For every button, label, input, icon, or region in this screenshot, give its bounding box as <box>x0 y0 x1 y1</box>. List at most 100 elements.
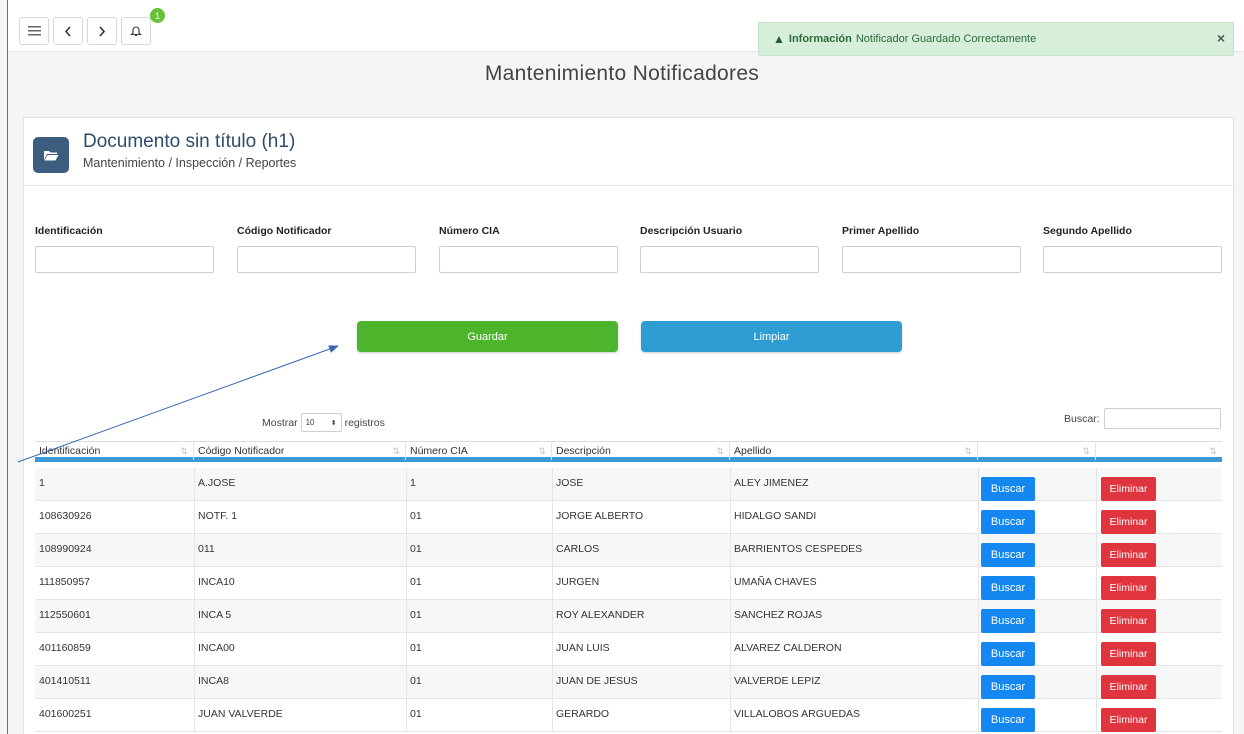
row-divider <box>1096 567 1097 600</box>
primer-apellido-input[interactable] <box>842 246 1021 273</box>
row-search-button[interactable]: Buscar <box>981 576 1035 600</box>
show-prefix-label: Mostrar <box>262 416 298 429</box>
cell-identificacion: 401600251 <box>39 708 92 720</box>
cell-codigo: INCA10 <box>198 576 235 588</box>
chevron-left-icon <box>64 25 71 37</box>
row-divider <box>978 633 979 666</box>
cell-numero-cia: 01 <box>410 675 422 687</box>
cell-numero-cia: 1 <box>410 477 416 489</box>
forward-button[interactable] <box>87 17 117 45</box>
row-search-button[interactable]: Buscar <box>981 477 1035 501</box>
row-search-button[interactable]: Buscar <box>981 642 1035 666</box>
cell-apellido: VALVERDE LEPIZ <box>734 675 821 687</box>
column-label: Número CIA <box>410 445 468 457</box>
segundo-apellido-input[interactable] <box>1043 246 1222 273</box>
hamburger-icon <box>27 26 41 36</box>
table-row: 401160859 INCA00 01 JUAN LUIS ALVAREZ CALDER… <box>35 633 1222 666</box>
cell-codigo: INCA 5 <box>198 609 232 621</box>
bell-icon <box>130 26 142 37</box>
cell-numero-cia: 01 <box>410 609 422 621</box>
identificacion-label: Identificación <box>35 225 103 237</box>
sort-arrows-icon: ⬍ <box>330 419 337 427</box>
column-label: Apellido <box>734 445 772 457</box>
cell-identificacion: 1 <box>39 477 45 489</box>
cell-apellido: VILLALOBOS ARGUEDAS <box>734 708 861 720</box>
alert-label: Información <box>788 33 852 45</box>
row-divider <box>1096 633 1097 666</box>
row-divider <box>1096 600 1097 633</box>
row-divider <box>978 699 979 732</box>
table-row: 111850957 INCA10 01 JURGEN UMAÑA CHAVES Busca… <box>35 567 1222 600</box>
cell-identificacion: 108990924 <box>39 543 92 555</box>
primer-apellido-label: Primer Apellido <box>842 225 920 237</box>
row-divider <box>1096 666 1097 699</box>
cell-identificacion: 112550601 <box>39 609 91 621</box>
cell-descripcion: JUAN LUIS <box>556 642 610 654</box>
table-row: 108990924 011 01 CARLOS BARRIENTOS CESPEDES B… <box>35 534 1222 567</box>
cell-codigo: A.JOSE <box>198 477 236 489</box>
row-delete-button[interactable]: Eliminar <box>1101 609 1156 633</box>
row-delete-button[interactable]: Eliminar <box>1101 543 1156 567</box>
column-header-codigo[interactable]: Código Notificador ⇅ <box>194 442 406 460</box>
row-delete-button[interactable]: Eliminar <box>1101 576 1156 600</box>
sort-icon: ⇅ <box>716 446 724 456</box>
search-input[interactable] <box>1103 408 1221 429</box>
table-row: 112550601 INCA 5 01 ROY ALEXANDER SANCHEZ RO… <box>35 600 1222 633</box>
cell-descripcion: CARLOS <box>556 543 600 555</box>
row-search-button[interactable]: Buscar <box>981 609 1035 633</box>
cell-apellido: HIDALGO SANDI <box>734 510 817 522</box>
column-header-descripcion[interactable]: Descripción ⇅ <box>552 442 730 460</box>
clear-button[interactable]: Limpiar <box>641 321 902 352</box>
cell-apellido: BARRIENTOS CESPEDES <box>734 543 863 555</box>
sort-icon: ⇅ <box>1209 446 1217 456</box>
main-card: Documento sin título (h1) Mantenimiento … <box>23 117 1234 734</box>
save-button[interactable]: Guardar <box>357 321 618 352</box>
cell-identificacion: 401160859 <box>39 642 91 654</box>
column-header-identificacion[interactable]: Identificación ⇅ <box>35 442 194 460</box>
column-header-eliminar[interactable]: ⇅ <box>1096 442 1222 460</box>
table-row: 1 A.JOSE 1 JOSE ALEY JIMENEZ Buscar Eliminar <box>35 468 1222 501</box>
table-search: Buscar: <box>1064 408 1221 429</box>
row-delete-button[interactable]: Eliminar <box>1101 675 1156 699</box>
row-divider <box>978 567 979 600</box>
search-label: Buscar: <box>1064 412 1100 425</box>
cell-descripcion: JORGE ALBERTO <box>556 510 644 522</box>
breadcrumb: Mantenimiento / Inspección / Reportes <box>83 156 297 170</box>
sort-icon: ⇅ <box>964 446 972 456</box>
menu-button[interactable] <box>19 17 49 45</box>
notifications-button[interactable] <box>121 17 151 45</box>
row-delete-button[interactable]: Eliminar <box>1101 477 1156 501</box>
column-header-buscar[interactable]: ⇅ <box>978 442 1096 460</box>
column-header-apellido[interactable]: Apellido ⇅ <box>730 442 978 460</box>
row-search-button[interactable]: Buscar <box>981 543 1035 567</box>
cell-codigo: JUAN VALVERDE <box>198 708 283 720</box>
cell-identificacion: 401410511 <box>39 675 91 687</box>
row-delete-button[interactable]: Eliminar <box>1101 642 1156 666</box>
page-size-select[interactable]: 10 ⬍ <box>300 413 342 432</box>
column-header-numero-cia[interactable]: Número CIA ⇅ <box>406 442 552 460</box>
column-label: Identificación <box>39 445 101 457</box>
row-delete-button[interactable]: Eliminar <box>1101 708 1156 732</box>
cell-numero-cia: 01 <box>410 510 422 522</box>
alert-close-button[interactable]: × <box>1217 30 1225 46</box>
identificacion-input[interactable] <box>35 246 214 273</box>
row-divider <box>1096 468 1097 501</box>
sort-icon: ⇅ <box>392 446 400 456</box>
codigo-notificador-label: Código Notificador <box>237 225 332 237</box>
numero-cia-input[interactable] <box>439 246 618 273</box>
page-size-control: Mostrar 10 ⬍ registros <box>262 413 385 432</box>
back-button[interactable] <box>53 17 83 45</box>
row-divider <box>978 534 979 567</box>
row-divider <box>978 468 979 501</box>
row-search-button[interactable]: Buscar <box>981 708 1035 732</box>
notification-badge: 1 <box>150 8 165 23</box>
table-row: 108630926 NOTF. 1 01 JORGE ALBERTO HIDALGO S… <box>35 501 1222 534</box>
cell-descripcion: JURGEN <box>556 576 600 588</box>
row-delete-button[interactable]: Eliminar <box>1101 510 1156 534</box>
row-search-button[interactable]: Buscar <box>981 675 1035 699</box>
row-search-button[interactable]: Buscar <box>981 510 1035 534</box>
row-divider <box>978 600 979 633</box>
descripcion-usuario-input[interactable] <box>640 246 819 273</box>
codigo-notificador-input[interactable] <box>237 246 416 273</box>
sort-icon: ⇅ <box>1082 446 1090 456</box>
